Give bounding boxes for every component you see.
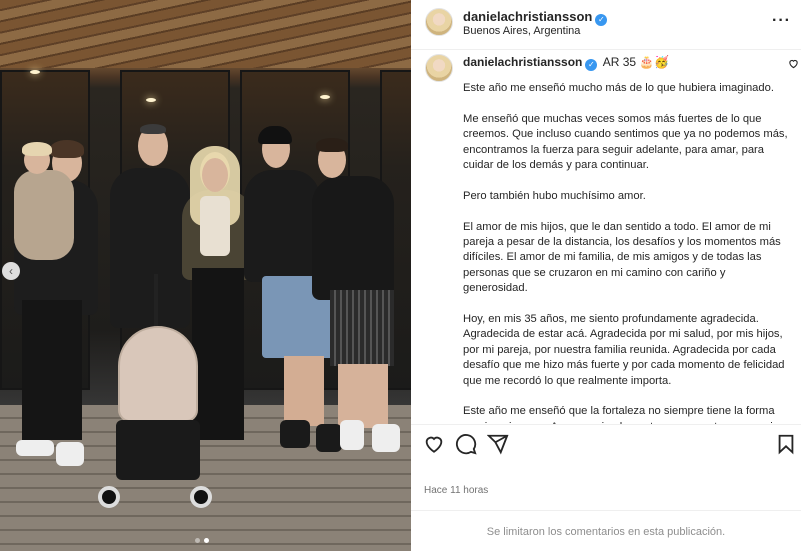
share-icon[interactable] — [486, 433, 509, 455]
child-hair — [22, 142, 52, 156]
chevron-left-icon: ‹ — [9, 264, 13, 278]
person-hair — [140, 124, 166, 134]
person — [110, 168, 190, 328]
more-options-icon[interactable]: ··· — [772, 12, 791, 30]
caption-paragraph: Pero también hubo muchísimo amor. — [463, 189, 646, 202]
shoe — [16, 440, 54, 456]
stroller-wheel — [98, 486, 120, 508]
comments-disabled-notice: Se limitaron los comentarios en esta pub… — [411, 510, 801, 551]
carousel-dot-active — [204, 538, 209, 543]
stroller-seat — [116, 420, 200, 480]
caption-username[interactable]: danielachristiansson — [463, 55, 582, 69]
carousel-dot — [195, 538, 200, 543]
caption-emojis: 🎂🥳 — [639, 55, 670, 69]
post-photo: ‹ — [0, 0, 411, 551]
author-avatar[interactable] — [425, 8, 453, 36]
bookmark-icon[interactable] — [775, 433, 797, 455]
shoe — [280, 420, 310, 448]
person-top — [200, 196, 230, 256]
shoe — [56, 442, 84, 466]
caption-paragraph: Hoy, en mis 35 años, me siento profundam… — [463, 313, 785, 387]
stroller-handle — [154, 274, 158, 334]
post-header: danielachristiansson ✓ Buenos Aires, Arge… — [411, 0, 801, 50]
person — [244, 170, 320, 282]
stroller-hood — [118, 326, 198, 422]
person-beanie — [258, 126, 292, 144]
verified-badge-icon: ✓ — [595, 14, 608, 26]
post-location[interactable]: Buenos Aires, Argentina — [463, 25, 580, 37]
caption-area: danielachristiansson ✓ AR 35 🎂🥳 Este año … — [411, 50, 801, 424]
shoe — [316, 424, 342, 452]
stroller-wheel — [190, 486, 212, 508]
post-side-panel: danielachristiansson ✓ Buenos Aires, Arge… — [411, 0, 801, 551]
author-name-row: danielachristiansson ✓ — [463, 9, 608, 26]
carousel-indicator — [195, 538, 209, 543]
caption-paragraph: El amor de mis hijos, que le dan sentido… — [463, 220, 781, 295]
person — [312, 176, 394, 300]
ceiling-light — [320, 95, 330, 99]
ceiling-light — [146, 98, 156, 102]
child — [14, 170, 74, 260]
wood-ceiling — [0, 0, 411, 68]
shoe — [372, 424, 400, 452]
person-hair — [316, 138, 348, 152]
caption-location-tag: AR 35 — [602, 55, 637, 69]
person-shorts — [330, 290, 394, 366]
caption-header: danielachristiansson ✓ AR 35 🎂🥳 — [463, 55, 669, 71]
carousel-prev-button[interactable]: ‹ — [2, 262, 20, 280]
person-legs — [338, 364, 388, 428]
person-legs — [22, 300, 82, 440]
post-actions — [411, 424, 801, 460]
person-legs — [284, 356, 324, 426]
person-face — [202, 158, 228, 192]
heart-icon[interactable] — [423, 433, 445, 455]
ceiling-light — [30, 70, 40, 74]
comment-icon[interactable] — [455, 433, 477, 455]
stroller — [98, 274, 212, 520]
caption-text: Este año me enseñó mucho más de lo que h… — [463, 81, 793, 424]
verified-badge-icon: ✓ — [585, 59, 598, 71]
caption-avatar[interactable] — [425, 54, 453, 82]
caption-paragraph: Este año me enseñó que la fortaleza no s… — [463, 405, 776, 424]
person-hair — [50, 140, 84, 158]
shoe — [340, 420, 364, 450]
caption-like-heart-icon[interactable] — [788, 58, 799, 72]
caption-paragraph: Este año me enseñó mucho más de lo que h… — [463, 82, 774, 94]
author-username[interactable]: danielachristiansson — [463, 9, 592, 24]
post-timestamp[interactable]: Hace 11 horas — [424, 485, 488, 496]
caption-paragraph: Me enseñó que muchas veces somos más fue… — [463, 112, 788, 172]
